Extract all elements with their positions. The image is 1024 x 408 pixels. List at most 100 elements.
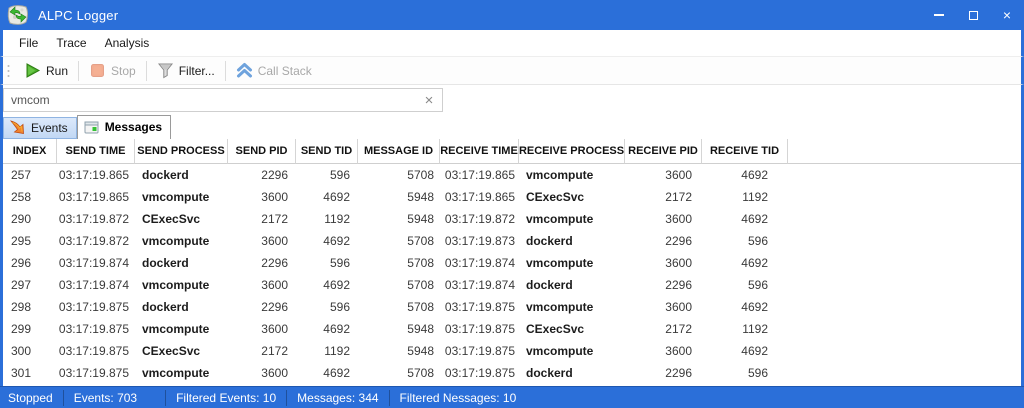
cell-receive-time: 03:17:19.874 [444, 256, 515, 270]
tab-messages[interactable]: Messages [76, 115, 172, 139]
status-events: Events: 703 [73, 390, 138, 405]
title-bar: ALPC Logger × [0, 0, 1024, 30]
call-stack-button[interactable]: Call Stack [229, 59, 319, 82]
table-row[interactable]: 296 03:17:19.874 dockerd 2296 596 5708 0… [3, 252, 1021, 274]
col-header-index[interactable]: INDEX [3, 139, 57, 164]
alpc-logger-window: ALPC Logger × File Trace Analysis Run St… [0, 0, 1024, 408]
cell-send-time: 03:17:19.875 [58, 300, 129, 314]
table-row[interactable]: 299 03:17:19.875 vmcompute 3600 4692 594… [3, 318, 1021, 340]
col-header-receive-tid[interactable]: RECEIVE TID [702, 139, 788, 164]
cell-receive-tid: 596 [747, 234, 768, 248]
cell-send-tid: 596 [329, 256, 350, 270]
col-header-receive-time[interactable]: RECEIVE TIME [440, 139, 519, 164]
search-input[interactable] [3, 88, 443, 112]
cell-receive-pid: 2296 [665, 366, 692, 380]
cell-index: 290 [11, 212, 32, 226]
table-row[interactable]: 297 03:17:19.874 vmcompute 3600 4692 570… [3, 274, 1021, 296]
toolbar-separator [145, 60, 147, 81]
events-arrow-icon [10, 120, 24, 134]
cell-receive-time: 03:17:19.872 [444, 212, 515, 226]
table-row[interactable]: 298 03:17:19.875 dockerd 2296 596 5708 0… [3, 296, 1021, 318]
cell-send-pid: 3600 [261, 234, 288, 248]
run-button[interactable]: Run [17, 59, 75, 82]
menu-file[interactable]: File [10, 32, 47, 54]
cell-send-pid: 3600 [261, 322, 288, 336]
col-header-send-tid[interactable]: SEND TID [296, 139, 358, 164]
cell-send-time: 03:17:19.875 [58, 366, 129, 380]
minimize-button[interactable] [922, 0, 956, 30]
cell-send-tid: 4692 [323, 278, 350, 292]
cell-receive-time: 03:17:19.874 [444, 278, 515, 292]
cell-receive-time: 03:17:19.865 [444, 190, 515, 204]
maximize-button[interactable] [956, 0, 990, 30]
cell-message-id: 5708 [407, 300, 434, 314]
cell-index: 258 [11, 190, 32, 204]
cell-receive-tid: 4692 [741, 168, 768, 182]
cell-send-process: vmcompute [142, 234, 210, 248]
table-row[interactable]: 257 03:17:19.865 dockerd 2296 596 5708 0… [3, 164, 1021, 186]
col-header-receive-pid[interactable]: RECEIVE PID [625, 139, 702, 164]
table-row[interactable]: 300 03:17:19.875 CExecSvc 2172 1192 5948… [3, 340, 1021, 362]
messages-window-icon [84, 121, 99, 133]
window-controls: × [922, 0, 1024, 30]
toolbar-grip[interactable] [6, 61, 11, 80]
filter-button[interactable]: Filter... [150, 59, 222, 82]
cell-receive-pid: 3600 [665, 300, 692, 314]
messages-table: INDEX SEND TIME SEND PROCESS SEND PID SE… [0, 139, 1024, 386]
cell-receive-process: vmcompute [526, 212, 594, 226]
cell-send-process: vmcompute [142, 278, 210, 292]
cell-message-id: 5708 [407, 366, 434, 380]
cell-send-pid: 2172 [261, 212, 288, 226]
cell-send-time: 03:17:19.865 [58, 190, 129, 204]
cell-receive-tid: 4692 [741, 300, 768, 314]
app-icon [7, 5, 28, 25]
cell-message-id: 5708 [407, 168, 434, 182]
clear-search-icon[interactable]: × [419, 90, 439, 110]
cell-receive-time: 03:17:19.865 [444, 168, 515, 182]
col-header-receive-process[interactable]: RECEIVE PROCESS [519, 139, 625, 164]
cell-send-process: dockerd [142, 256, 189, 270]
cell-message-id: 5708 [407, 256, 434, 270]
cell-receive-tid: 1192 [742, 190, 768, 204]
table-row[interactable]: 295 03:17:19.872 vmcompute 3600 4692 570… [3, 230, 1021, 252]
table-row[interactable]: 290 03:17:19.872 CExecSvc 2172 1192 5948… [3, 208, 1021, 230]
cell-receive-process: vmcompute [526, 300, 594, 314]
menu-trace[interactable]: Trace [47, 32, 95, 54]
cell-send-tid: 4692 [323, 190, 350, 204]
cell-message-id: 5948 [407, 344, 434, 358]
col-header-send-pid[interactable]: SEND PID [228, 139, 296, 164]
table-row[interactable]: 301 03:17:19.875 vmcompute 3600 4692 570… [3, 362, 1021, 384]
cell-index: 296 [11, 256, 32, 270]
cell-send-tid: 596 [329, 300, 350, 314]
col-header-send-process[interactable]: SEND PROCESS [135, 139, 228, 164]
menu-analysis[interactable]: Analysis [96, 32, 159, 54]
tab-events[interactable]: Events [3, 117, 77, 139]
col-header-send-time[interactable]: SEND TIME [57, 139, 135, 164]
cell-filler [788, 164, 1021, 186]
cell-filler [788, 340, 1021, 362]
cell-send-tid: 596 [329, 168, 350, 182]
cell-send-tid: 1192 [324, 212, 350, 226]
cell-filler [788, 362, 1021, 384]
filter-label: Filter... [178, 63, 215, 78]
cell-receive-time: 03:17:19.875 [444, 322, 515, 336]
cell-receive-time: 03:17:19.873 [444, 234, 515, 248]
cell-index: 300 [11, 344, 32, 358]
cell-message-id: 5948 [407, 212, 434, 226]
close-button[interactable]: × [990, 0, 1024, 30]
col-header-message-id[interactable]: MESSAGE ID [358, 139, 440, 164]
cell-receive-process: CExecSvc [526, 322, 585, 336]
cell-send-tid: 4692 [323, 366, 350, 380]
cell-send-tid: 4692 [323, 322, 350, 336]
stop-button[interactable]: Stop [82, 59, 143, 82]
call-stack-icon [236, 63, 252, 78]
cell-send-tid: 4692 [323, 234, 350, 248]
close-icon: × [1002, 7, 1012, 23]
cell-send-time: 03:17:19.874 [58, 278, 129, 292]
table-row[interactable]: 258 03:17:19.865 vmcompute 3600 4692 594… [3, 186, 1021, 208]
cell-send-process: vmcompute [142, 322, 210, 336]
cell-send-time: 03:17:19.875 [58, 344, 129, 358]
cell-send-pid: 2296 [261, 300, 288, 314]
cell-message-id: 5708 [407, 278, 434, 292]
cell-send-pid: 2296 [261, 256, 288, 270]
